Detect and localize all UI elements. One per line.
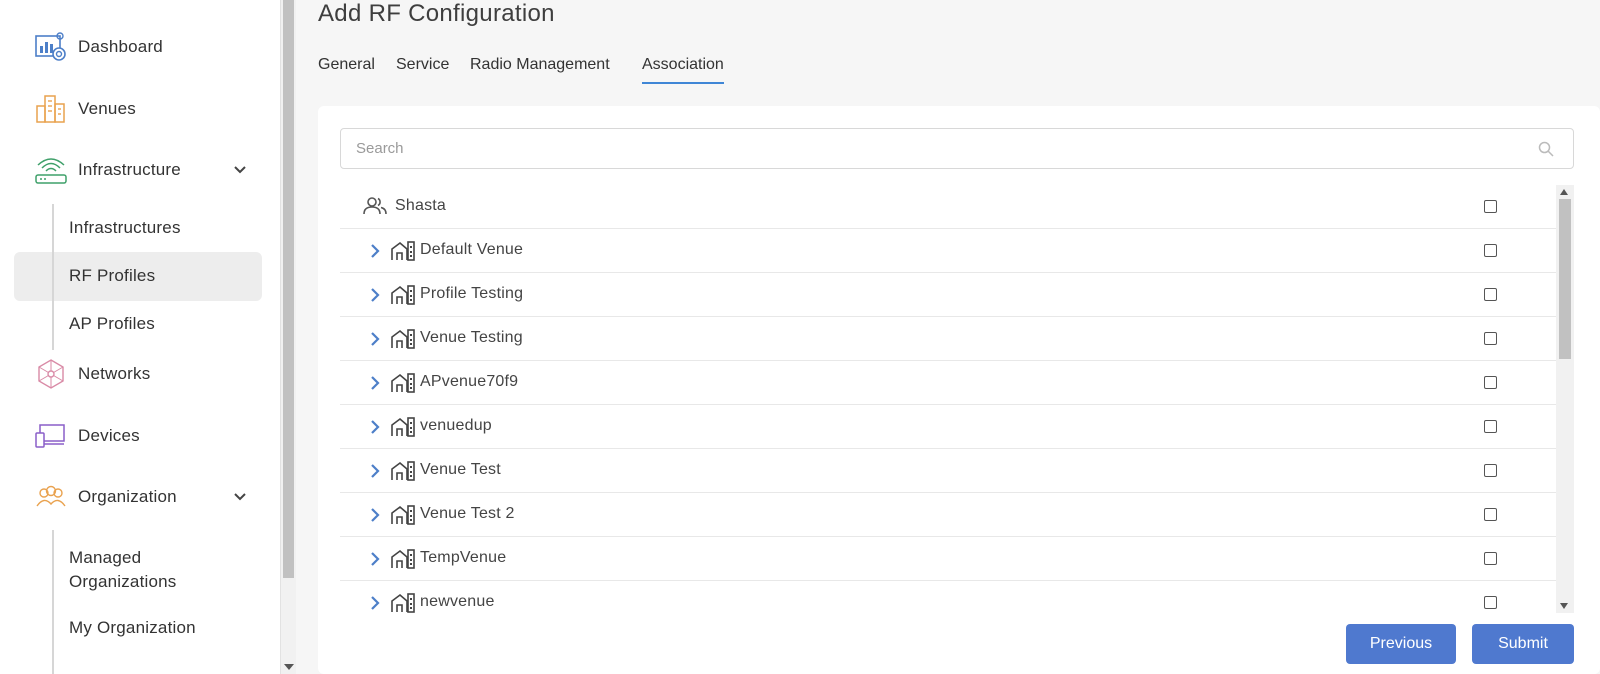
sidebar-subitem-my-organization[interactable]: My Organization: [69, 618, 196, 638]
tree-scrollbar-thumb[interactable]: [1559, 199, 1571, 359]
organization-icon: [36, 485, 66, 507]
tree-row-root[interactable]: Shasta: [340, 185, 1556, 229]
sidebar-item-label: Infrastructure: [78, 160, 181, 179]
tree-row-label: Venue Test 2: [420, 505, 515, 522]
tree-row-checkbox[interactable]: [1484, 596, 1497, 609]
association-tree: Shasta Default Venue Profile Testing Venue…: [340, 185, 1556, 613]
tree-row-venue[interactable]: TempVenue: [340, 537, 1556, 581]
sidebar-item-dashboard[interactable]: Dashboard: [0, 25, 280, 69]
tree-row-label: venuedup: [420, 417, 492, 434]
chevron-right-icon[interactable]: [368, 595, 382, 611]
tab-general[interactable]: General: [318, 56, 375, 74]
tree-row-checkbox[interactable]: [1484, 288, 1497, 301]
sidebar-subitem-ap-profiles[interactable]: AP Profiles: [69, 314, 155, 334]
tab-association[interactable]: Association: [642, 56, 724, 84]
infrastructure-icon: [35, 158, 67, 184]
chevron-right-icon[interactable]: [368, 243, 382, 259]
search-box: [340, 128, 1574, 169]
venue-building-icon: [391, 461, 415, 481]
submit-button[interactable]: Submit: [1472, 624, 1574, 664]
sidebar-item-label: Devices: [78, 426, 140, 445]
scroll-down-arrow-icon[interactable]: [1560, 603, 1568, 609]
search-icon[interactable]: [1537, 140, 1555, 158]
venue-building-icon: [391, 241, 415, 261]
tree-row-venue[interactable]: newvenue: [340, 581, 1556, 613]
sidebar-scrollbar-thumb[interactable]: [283, 0, 294, 578]
scroll-down-arrow-icon[interactable]: [284, 664, 294, 670]
venue-building-icon: [391, 593, 415, 613]
previous-button[interactable]: Previous: [1346, 624, 1456, 664]
tree-row-venue[interactable]: APvenue70f9: [340, 361, 1556, 405]
venue-building-icon: [391, 329, 415, 349]
sidebar-item-devices[interactable]: Devices: [0, 414, 280, 458]
tree-row-venue[interactable]: Venue Test: [340, 449, 1556, 493]
sidebar: Dashboard Venues Infrastructure Infrastr…: [0, 0, 280, 674]
sidebar-subitem-managed-organizations[interactable]: Managed Organizations: [69, 546, 219, 594]
chevron-right-icon[interactable]: [368, 419, 382, 435]
chevron-right-icon[interactable]: [368, 551, 382, 567]
tree-row-checkbox[interactable]: [1484, 244, 1497, 257]
tree-row-label: APvenue70f9: [420, 373, 519, 390]
tree-scrollbar[interactable]: [1556, 185, 1574, 613]
dashboard-icon: [35, 32, 66, 61]
sidebar-tree-line: [52, 204, 54, 350]
tree-row-venue[interactable]: Venue Testing: [340, 317, 1556, 361]
chevron-right-icon[interactable]: [368, 507, 382, 523]
sidebar-scrollbar[interactable]: [280, 0, 296, 674]
tab-service[interactable]: Service: [396, 56, 449, 74]
tree-row-venue[interactable]: Venue Test 2: [340, 493, 1556, 537]
tree-row-checkbox[interactable]: [1484, 552, 1497, 565]
tree-row-checkbox[interactable]: [1484, 332, 1497, 345]
sidebar-subitem-rf-profiles[interactable]: RF Profiles: [69, 266, 155, 286]
page-title: Add RF Configuration: [318, 0, 555, 27]
tree-row-venue[interactable]: venuedup: [340, 405, 1556, 449]
tree-row-label: Default Venue: [420, 241, 524, 258]
chevron-right-icon[interactable]: [368, 463, 382, 479]
tree-row-checkbox[interactable]: [1484, 376, 1497, 389]
venue-building-icon: [391, 505, 415, 525]
tree-row-label: Profile Testing: [420, 285, 524, 302]
tree-row-label: Venue Testing: [420, 329, 523, 346]
tree-row-checkbox[interactable]: [1484, 200, 1497, 213]
search-input[interactable]: [341, 129, 1521, 168]
venue-building-icon: [391, 417, 415, 437]
sidebar-item-venues[interactable]: Venues: [0, 87, 280, 131]
tree-row-label: Venue Test: [420, 461, 501, 478]
devices-icon: [35, 424, 65, 448]
sidebar-item-label: Networks: [78, 364, 151, 383]
sidebar-tree-line: [52, 530, 54, 674]
tree-row-venue[interactable]: Default Venue: [340, 229, 1556, 273]
sidebar-item-label: Venues: [78, 99, 136, 118]
tree-row-label: Shasta: [395, 197, 447, 214]
sidebar-item-organization[interactable]: Organization: [0, 475, 280, 519]
chevron-down-icon[interactable]: [232, 489, 248, 505]
tree-row-checkbox[interactable]: [1484, 464, 1497, 477]
tree-row-checkbox[interactable]: [1484, 420, 1497, 433]
networks-icon: [38, 359, 64, 389]
tab-radio-management[interactable]: Radio Management: [470, 56, 610, 74]
tree-row-venue[interactable]: Profile Testing: [340, 273, 1556, 317]
chevron-right-icon[interactable]: [368, 287, 382, 303]
chevron-down-icon[interactable]: [232, 162, 248, 178]
venue-building-icon: [391, 549, 415, 569]
sidebar-item-networks[interactable]: Networks: [0, 352, 280, 396]
venue-building-icon: [391, 373, 415, 393]
sidebar-subitem-infrastructures[interactable]: Infrastructures: [69, 218, 181, 238]
tree-row-checkbox[interactable]: [1484, 508, 1497, 521]
association-card: Shasta Default Venue Profile Testing Venue…: [318, 106, 1600, 674]
venues-icon: [36, 95, 65, 123]
tree-row-label: newvenue: [420, 593, 495, 610]
sidebar-item-infrastructure[interactable]: Infrastructure: [0, 148, 280, 192]
sidebar-item-label: Dashboard: [78, 37, 163, 56]
scroll-up-arrow-icon[interactable]: [1560, 189, 1568, 195]
sidebar-item-label: Organization: [78, 487, 177, 506]
venue-building-icon: [391, 285, 415, 305]
tree-row-label: TempVenue: [420, 549, 507, 566]
chevron-right-icon[interactable]: [368, 331, 382, 347]
users-group-icon: [363, 197, 387, 215]
chevron-right-icon[interactable]: [368, 375, 382, 391]
